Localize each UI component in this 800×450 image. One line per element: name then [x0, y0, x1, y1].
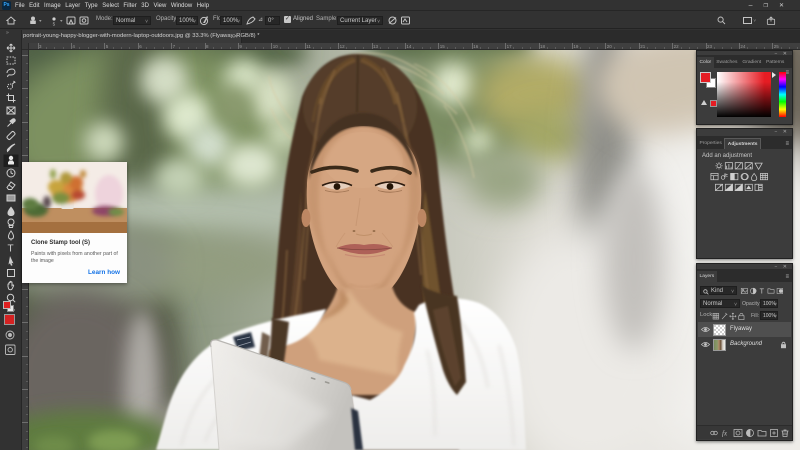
svg-text:T: T: [8, 244, 14, 255]
svg-text:fx: fx: [722, 430, 728, 438]
svg-text:T: T: [760, 287, 765, 295]
svg-text:5: 5: [53, 22, 56, 27]
